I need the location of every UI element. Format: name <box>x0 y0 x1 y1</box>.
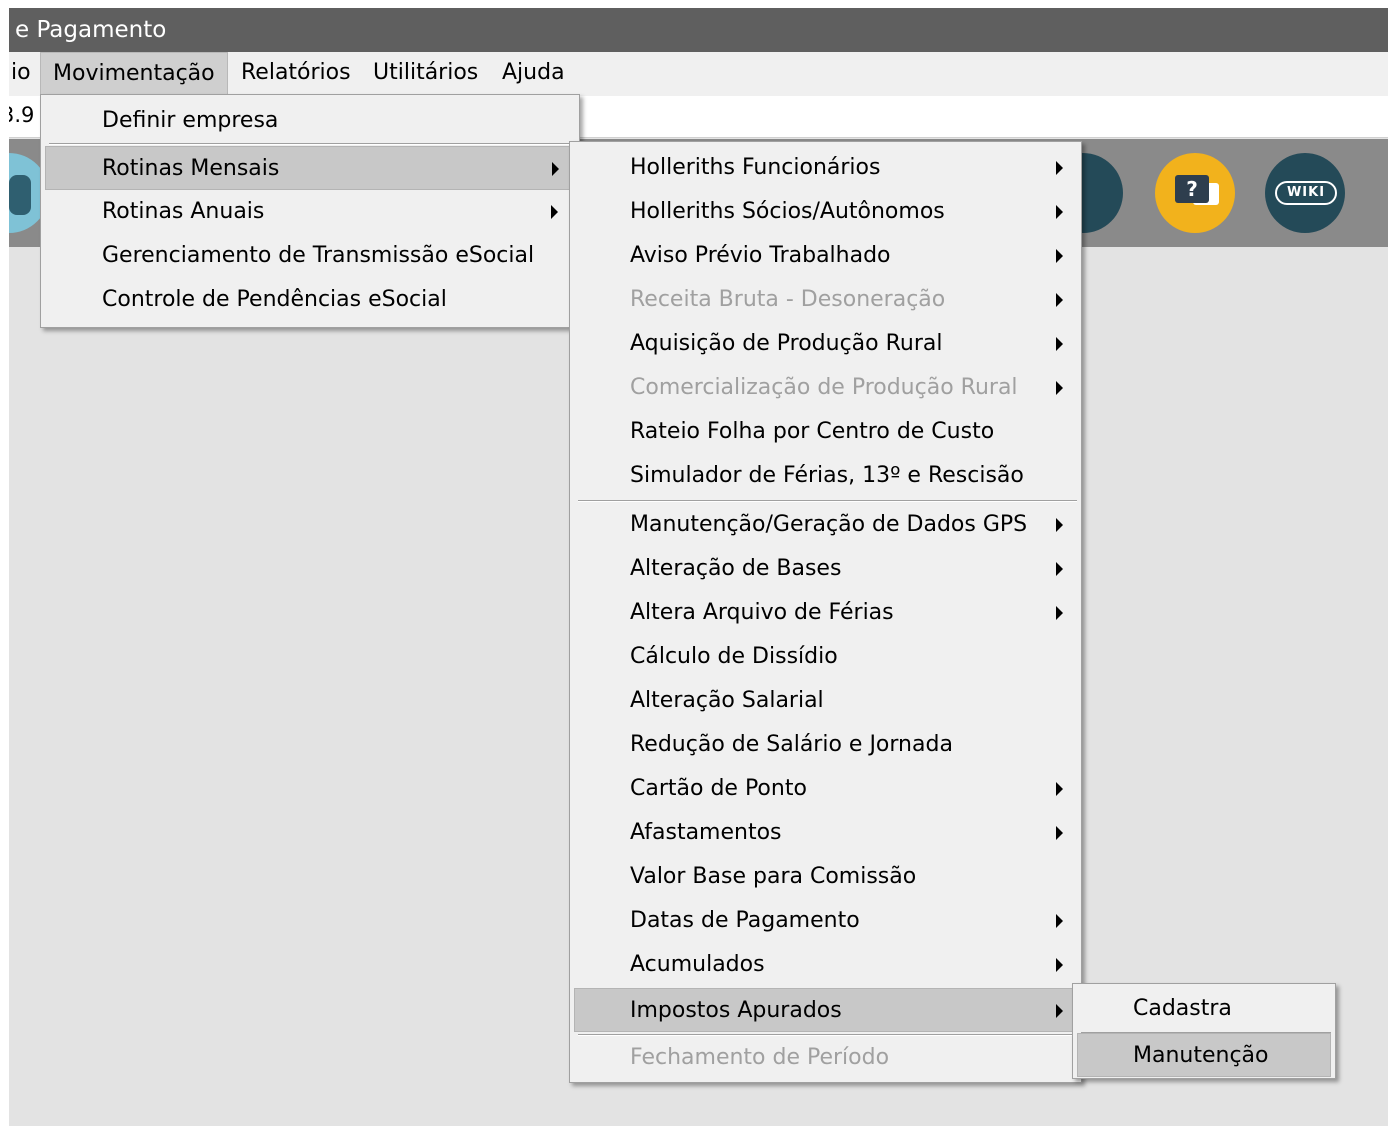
menu-item-label: Altera Arquivo de Férias <box>630 600 894 625</box>
title-bar: e Pagamento <box>9 8 1388 52</box>
menu-item-comercializacao-producao-rural[interactable]: Comercialização de Produção Rural <box>574 366 1077 410</box>
menu-item-manutencao-gps[interactable]: Manutenção/Geração de Dados GPS <box>574 503 1077 547</box>
menu-item-cadastra[interactable]: Cadastra <box>1077 987 1331 1031</box>
menu-item-impostos-apurados[interactable]: Impostos Apurados <box>574 988 1077 1032</box>
menu-separator <box>578 500 1077 502</box>
menu-item-label: Cálculo de Dissídio <box>630 644 838 669</box>
version-text: 3.9 <box>9 103 35 127</box>
menu-item-label: Comercialização de Produção Rural <box>630 375 1018 400</box>
menu-utilitarios[interactable]: Utilitários <box>361 52 490 96</box>
menu-item-label: Aviso Prévio Trabalhado <box>630 243 891 268</box>
menu-item-label: Gerenciamento de Transmissão eSocial <box>102 243 535 268</box>
menu-item-receita-bruta[interactable]: Receita Bruta - Desoneração <box>574 278 1077 322</box>
user-glyph <box>9 175 31 215</box>
menu-separator <box>49 143 575 145</box>
menu-item-label: Afastamentos <box>630 820 782 845</box>
menu-item-label: Redução de Salário e Jornada <box>630 732 953 757</box>
menu-item-cartao-ponto[interactable]: Cartão de Ponto <box>574 767 1077 811</box>
menu-item-label: Controle de Pendências eSocial <box>102 287 447 312</box>
menu-item-altera-arquivo-ferias[interactable]: Altera Arquivo de Férias <box>574 591 1077 635</box>
menu-item-label: Datas de Pagamento <box>630 908 860 933</box>
menu-item-reducao-salario[interactable]: Redução de Salário e Jornada <box>574 723 1077 767</box>
menu-bar: io Movimentação Relatórios Utilitários A… <box>9 52 1388 96</box>
movimentacao-menu: Definir empresa Rotinas Mensais Rotinas … <box>40 94 580 328</box>
menu-item-label: Holleriths Sócios/Autônomos <box>630 199 945 224</box>
submenu-arrow-icon <box>1056 914 1063 928</box>
menu-item-label: Acumulados <box>630 952 765 977</box>
menu-cadastro[interactable]: io <box>9 52 43 96</box>
menu-item-label: Impostos Apurados <box>630 998 842 1023</box>
menu-item-label: Alteração Salarial <box>630 688 824 713</box>
question-mark: ? <box>1175 175 1209 203</box>
menu-item-rotinas-anuais[interactable]: Rotinas Anuais <box>45 190 575 234</box>
submenu-arrow-icon <box>552 162 559 176</box>
menu-item-label: Manutenção <box>1133 1043 1269 1068</box>
submenu-arrow-icon <box>1056 1004 1063 1018</box>
wiki-label: WIKI <box>1275 181 1337 205</box>
wiki-icon[interactable]: WIKI <box>1265 153 1345 233</box>
menu-item-label: Manutenção/Geração de Dados GPS <box>630 512 1028 537</box>
submenu-arrow-icon <box>1056 826 1063 840</box>
submenu-arrow-icon <box>1056 381 1063 395</box>
menu-item-label: Rateio Folha por Centro de Custo <box>630 419 995 444</box>
menu-item-holleriths-funcionarios[interactable]: Holleriths Funcionários <box>574 146 1077 190</box>
submenu-arrow-icon <box>1056 293 1063 307</box>
menu-item-datas-pagamento[interactable]: Datas de Pagamento <box>574 899 1077 943</box>
submenu-arrow-icon <box>1056 606 1063 620</box>
submenu-arrow-icon <box>1056 782 1063 796</box>
menu-item-fechamento-periodo[interactable]: Fechamento de Período <box>574 1036 1077 1080</box>
menu-item-rotinas-mensais[interactable]: Rotinas Mensais <box>45 146 575 190</box>
window-title: e Pagamento <box>15 17 167 43</box>
menu-item-label: Valor Base para Comissão <box>630 864 917 889</box>
menu-item-manutencao[interactable]: Manutenção <box>1077 1033 1331 1077</box>
menu-item-label: Rotinas Anuais <box>102 199 265 224</box>
menu-item-calculo-dissidio[interactable]: Cálculo de Dissídio <box>574 635 1077 679</box>
menu-item-alteracao-salarial[interactable]: Alteração Salarial <box>574 679 1077 723</box>
menu-item-label: Cadastra <box>1133 996 1232 1021</box>
menu-item-afastamentos[interactable]: Afastamentos <box>574 811 1077 855</box>
menu-item-gerenciamento-esocial[interactable]: Gerenciamento de Transmissão eSocial <box>45 234 575 278</box>
menu-relatorios[interactable]: Relatórios <box>229 52 363 96</box>
menu-item-label: Receita Bruta - Desoneração <box>630 287 946 312</box>
menu-item-label: Alteração de Bases <box>630 556 842 581</box>
menu-ajuda[interactable]: Ajuda <box>490 52 577 96</box>
menu-item-valor-base-comissao[interactable]: Valor Base para Comissão <box>574 855 1077 899</box>
menu-item-pendencias-esocial[interactable]: Controle de Pendências eSocial <box>45 278 575 322</box>
menu-item-simulador-ferias[interactable]: Simulador de Férias, 13º e Rescisão <box>574 454 1077 498</box>
help-chat-icon[interactable]: ? <box>1155 153 1235 233</box>
menu-item-aquisicao-producao-rural[interactable]: Aquisição de Produção Rural <box>574 322 1077 366</box>
submenu-arrow-icon <box>1056 958 1063 972</box>
menu-item-holleriths-socios[interactable]: Holleriths Sócios/Autônomos <box>574 190 1077 234</box>
menu-movimentacao[interactable]: Movimentação <box>40 52 228 96</box>
submenu-arrow-icon <box>1056 337 1063 351</box>
rotinas-mensais-menu: Holleriths Funcionários Holleriths Sócio… <box>569 141 1082 1083</box>
menu-item-label: Aquisição de Produção Rural <box>630 331 943 356</box>
submenu-arrow-icon <box>1056 205 1063 219</box>
menu-item-rateio-folha[interactable]: Rateio Folha por Centro de Custo <box>574 410 1077 454</box>
menu-item-label: Simulador de Férias, 13º e Rescisão <box>630 463 1024 488</box>
menu-item-alteracao-bases[interactable]: Alteração de Bases <box>574 547 1077 591</box>
impostos-apurados-menu: Cadastra Manutenção <box>1072 983 1336 1079</box>
submenu-arrow-icon <box>1056 249 1063 263</box>
menu-item-acumulados[interactable]: Acumulados <box>574 943 1077 987</box>
menu-item-aviso-previo[interactable]: Aviso Prévio Trabalhado <box>574 234 1077 278</box>
menu-item-label: Fechamento de Período <box>630 1045 890 1070</box>
submenu-arrow-icon <box>1056 518 1063 532</box>
submenu-arrow-icon <box>1056 562 1063 576</box>
submenu-arrow-icon <box>1056 161 1063 175</box>
menu-item-label: Cartão de Ponto <box>630 776 807 801</box>
menu-item-label: Rotinas Mensais <box>102 156 280 181</box>
menu-item-label: Definir empresa <box>102 108 279 133</box>
submenu-arrow-icon <box>551 205 558 219</box>
menu-item-definir-empresa[interactable]: Definir empresa <box>45 99 575 143</box>
menu-item-label: Holleriths Funcionários <box>630 155 881 180</box>
